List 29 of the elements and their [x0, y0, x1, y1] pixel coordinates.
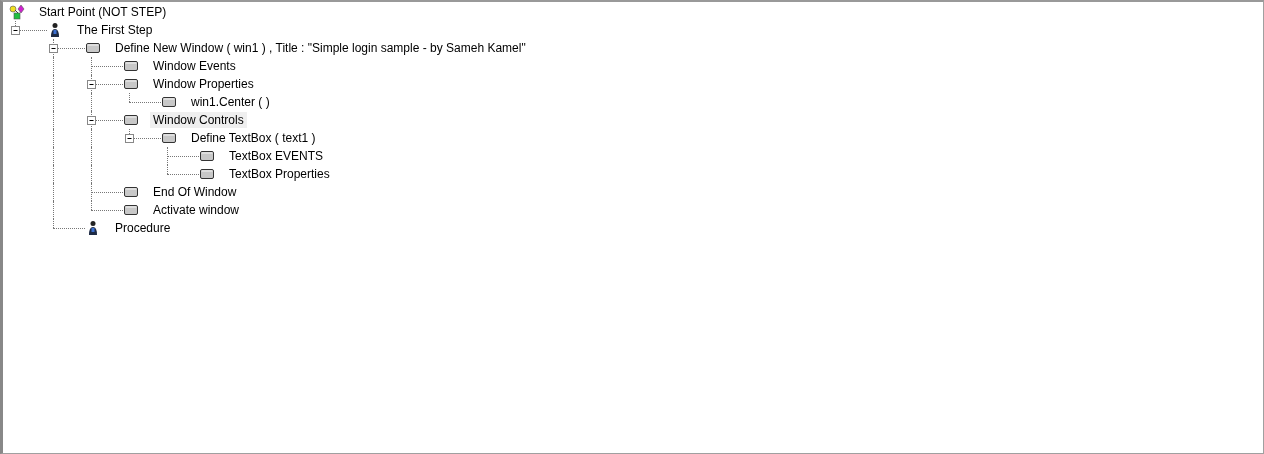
tree-item[interactable]: Activate window	[150, 202, 243, 218]
tree-item[interactable]: Window Events	[150, 58, 239, 74]
window-icon	[85, 40, 101, 56]
collapse-icon[interactable]	[87, 80, 96, 89]
tree-item[interactable]: TextBox Properties	[226, 166, 333, 182]
window-icon	[161, 130, 177, 146]
collapse-icon[interactable]	[87, 116, 96, 125]
tree-item[interactable]: Window Properties	[150, 76, 257, 92]
window-icon	[123, 76, 139, 92]
tree-item[interactable]: TextBox EVENTS	[226, 148, 327, 164]
tree-item[interactable]: Define TextBox ( text1 )	[188, 130, 319, 146]
tree-item[interactable]: End Of Window	[150, 184, 240, 200]
collapse-icon[interactable]	[49, 44, 58, 53]
window-icon	[123, 202, 139, 218]
collapse-icon[interactable]	[125, 134, 134, 143]
window-icon	[123, 112, 139, 128]
collapse-icon[interactable]	[11, 26, 20, 35]
window-icon	[199, 148, 215, 164]
tree-item[interactable]: The First Step	[74, 22, 156, 38]
window-icon	[123, 184, 139, 200]
window-icon	[123, 58, 139, 74]
tree-item[interactable]: Start Point (NOT STEP)	[36, 4, 170, 20]
tree-item[interactable]: Define New Window ( win1 ) , Title : "Simple login sample - by Sameh Kamel"	[112, 40, 529, 56]
tree-item[interactable]: Procedure	[112, 220, 174, 236]
window-icon	[161, 94, 177, 110]
shapes-icon	[9, 4, 25, 20]
tree-item[interactable]: Window Controls	[150, 112, 247, 128]
tree-item[interactable]: win1.Center ( )	[188, 94, 273, 110]
window-icon	[199, 166, 215, 182]
